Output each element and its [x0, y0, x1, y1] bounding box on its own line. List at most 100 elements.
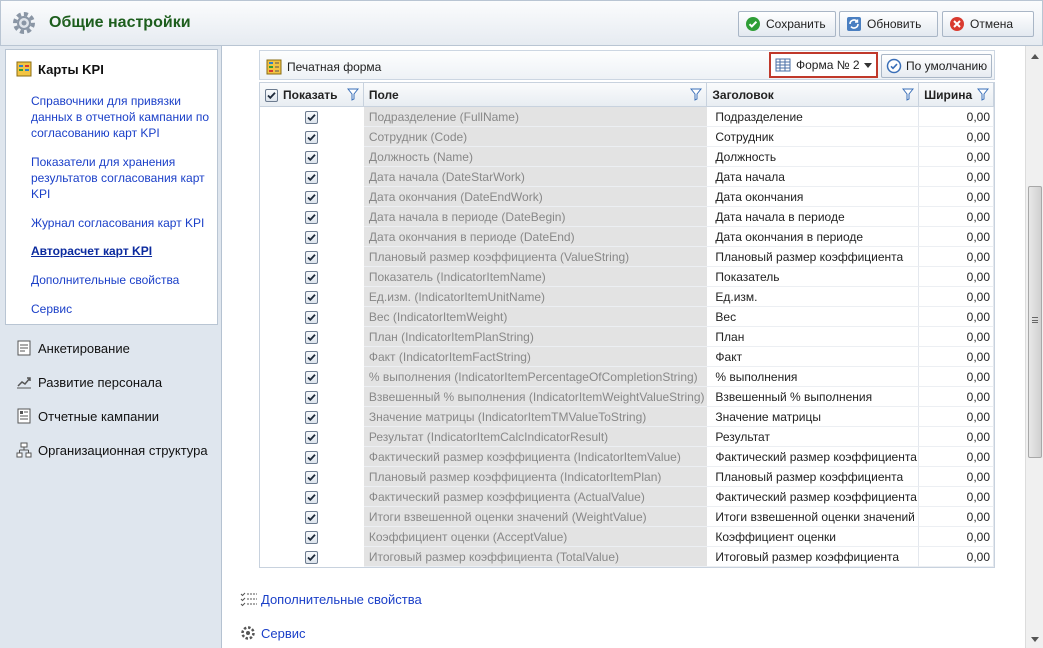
- caption-cell[interactable]: Ед.изм.: [707, 287, 920, 307]
- width-cell[interactable]: 0,00: [919, 167, 995, 187]
- show-checkbox[interactable]: [305, 250, 319, 264]
- service-link[interactable]: Сервис: [240, 625, 306, 641]
- caption-cell[interactable]: Результат: [707, 427, 920, 447]
- table-row[interactable]: Результат (IndicatorItemCalcIndicatorRes…: [260, 427, 995, 447]
- sidebar-item-survey[interactable]: Анкетирование: [16, 340, 130, 356]
- refresh-button[interactable]: Обновить: [839, 11, 938, 37]
- kpi-link-journal[interactable]: Журнал согласования карт KPI: [31, 215, 211, 231]
- width-cell[interactable]: 0,00: [919, 327, 995, 347]
- filter-icon[interactable]: [690, 88, 703, 101]
- caption-cell[interactable]: Итоги взвешенной оценки значений: [707, 507, 920, 527]
- table-row[interactable]: Коэффициент оценки (AcceptValue) Коэффици…: [260, 527, 995, 547]
- show-checkbox[interactable]: [305, 390, 319, 404]
- caption-cell[interactable]: Факт: [707, 347, 920, 367]
- table-row[interactable]: Дата окончания в периоде (DateEnd) Дата о…: [260, 227, 995, 247]
- table-row[interactable]: Ед.изм. (IndicatorItemUnitName) Ед.изм. 0,…: [260, 287, 995, 307]
- table-row[interactable]: Взвешенный % выполнения (IndicatorItemWe…: [260, 387, 995, 407]
- show-checkbox[interactable]: [305, 410, 319, 424]
- table-row[interactable]: Сотрудник (Code) Сотрудник 0,00: [260, 127, 995, 147]
- width-cell[interactable]: 0,00: [919, 407, 995, 427]
- show-checkbox[interactable]: [305, 450, 319, 464]
- width-cell[interactable]: 0,00: [919, 527, 995, 547]
- show-checkbox[interactable]: [305, 150, 319, 164]
- width-cell[interactable]: 0,00: [919, 487, 995, 507]
- width-cell[interactable]: 0,00: [919, 267, 995, 287]
- show-checkbox[interactable]: [305, 330, 319, 344]
- show-checkbox[interactable]: [305, 510, 319, 524]
- show-checkbox[interactable]: [305, 550, 319, 564]
- caption-cell[interactable]: Дата окончания в периоде: [707, 227, 920, 247]
- caption-cell[interactable]: Плановый размер коэффициента: [707, 247, 920, 267]
- caption-cell[interactable]: Значение матрицы: [707, 407, 920, 427]
- show-checkbox[interactable]: [305, 350, 319, 364]
- column-header-caption[interactable]: Заголовок: [707, 83, 920, 107]
- show-checkbox[interactable]: [305, 290, 319, 304]
- column-header-show[interactable]: Показать: [260, 83, 364, 107]
- filter-icon[interactable]: [977, 88, 989, 101]
- table-row[interactable]: Значение матрицы (IndicatorItemTMValueTo…: [260, 407, 995, 427]
- caption-cell[interactable]: Взвешенный % выполнения: [707, 387, 920, 407]
- width-cell[interactable]: 0,00: [919, 307, 995, 327]
- table-row[interactable]: Дата начала (DateStarWork) Дата начала 0,0…: [260, 167, 995, 187]
- column-header-width[interactable]: Ширина: [919, 83, 994, 107]
- caption-cell[interactable]: % выполнения: [707, 367, 920, 387]
- table-row[interactable]: Фактический размер коэффициента (Indicat…: [260, 447, 995, 467]
- sidebar-item-campaigns[interactable]: Отчетные кампании: [16, 408, 159, 424]
- show-checkbox[interactable]: [305, 490, 319, 504]
- caption-cell[interactable]: Подразделение: [707, 107, 920, 127]
- form-select-dropdown[interactable]: Форма № 2: [769, 52, 878, 78]
- width-cell[interactable]: 0,00: [919, 347, 995, 367]
- show-checkbox[interactable]: [305, 190, 319, 204]
- table-row[interactable]: Фактический размер коэффициента (ActualV…: [260, 487, 995, 507]
- width-cell[interactable]: 0,00: [919, 207, 995, 227]
- width-cell[interactable]: 0,00: [919, 467, 995, 487]
- scroll-up-arrow-icon[interactable]: [1031, 54, 1039, 59]
- width-cell[interactable]: 0,00: [919, 187, 995, 207]
- filter-icon[interactable]: [902, 88, 915, 101]
- table-row[interactable]: Подразделение (FullName) Подразделение 0,0…: [260, 107, 995, 127]
- save-button[interactable]: Сохранить: [738, 11, 836, 37]
- caption-cell[interactable]: Фактический размер коэффициента: [707, 487, 920, 507]
- table-row[interactable]: Плановый размер коэффициента (IndicatorI…: [260, 467, 995, 487]
- caption-cell[interactable]: Дата начала в периоде: [707, 207, 920, 227]
- width-cell[interactable]: 0,00: [919, 367, 995, 387]
- default-button[interactable]: По умолчанию: [881, 54, 992, 78]
- show-checkbox[interactable]: [305, 470, 319, 484]
- show-checkbox[interactable]: [305, 530, 319, 544]
- table-row[interactable]: Дата начала в периоде (DateBegin) Дата на…: [260, 207, 995, 227]
- caption-cell[interactable]: Должность: [707, 147, 920, 167]
- width-cell[interactable]: 0,00: [919, 447, 995, 467]
- width-cell[interactable]: 0,00: [919, 507, 995, 527]
- print-form-button[interactable]: Печатная форма: [266, 59, 381, 75]
- caption-cell[interactable]: Сотрудник: [707, 127, 920, 147]
- show-checkbox[interactable]: [305, 270, 319, 284]
- kpi-link-service[interactable]: Сервис: [31, 301, 211, 317]
- table-row[interactable]: Дата окончания (DateEndWork) Дата окончан…: [260, 187, 995, 207]
- table-row[interactable]: Итоги взвешенной оценки значений (Weight…: [260, 507, 995, 527]
- show-checkbox[interactable]: [305, 130, 319, 144]
- table-row[interactable]: Показатель (IndicatorItemName) Показатель…: [260, 267, 995, 287]
- show-checkbox[interactable]: [305, 230, 319, 244]
- select-all-checkbox[interactable]: [265, 88, 278, 102]
- kpi-link-indicators[interactable]: Показатели для хранения результатов согл…: [31, 154, 211, 202]
- width-cell[interactable]: 0,00: [919, 427, 995, 447]
- caption-cell[interactable]: Дата начала: [707, 167, 920, 187]
- width-cell[interactable]: 0,00: [919, 247, 995, 267]
- show-checkbox[interactable]: [305, 370, 319, 384]
- caption-cell[interactable]: Плановый размер коэффициента: [707, 467, 920, 487]
- caption-cell[interactable]: Дата окончания: [707, 187, 920, 207]
- caption-cell[interactable]: Вес: [707, 307, 920, 327]
- width-cell[interactable]: 0,00: [919, 107, 995, 127]
- kpi-link-additional-props[interactable]: Дополнительные свойства: [31, 272, 211, 288]
- show-checkbox[interactable]: [305, 430, 319, 444]
- table-row[interactable]: План (IndicatorItemPlanString) План 0,00: [260, 327, 995, 347]
- sidebar-item-development[interactable]: Развитие персонала: [16, 374, 162, 390]
- table-row[interactable]: Факт (IndicatorItemFactString) Факт 0,00: [260, 347, 995, 367]
- additional-properties-link[interactable]: Дополнительные свойства: [240, 591, 422, 607]
- caption-cell[interactable]: План: [707, 327, 920, 347]
- table-row[interactable]: Плановый размер коэффициента (ValueStrin…: [260, 247, 995, 267]
- caption-cell[interactable]: Итоговый размер коэффициента: [707, 547, 920, 567]
- width-cell[interactable]: 0,00: [919, 287, 995, 307]
- width-cell[interactable]: 0,00: [919, 127, 995, 147]
- caption-cell[interactable]: Показатель: [707, 267, 920, 287]
